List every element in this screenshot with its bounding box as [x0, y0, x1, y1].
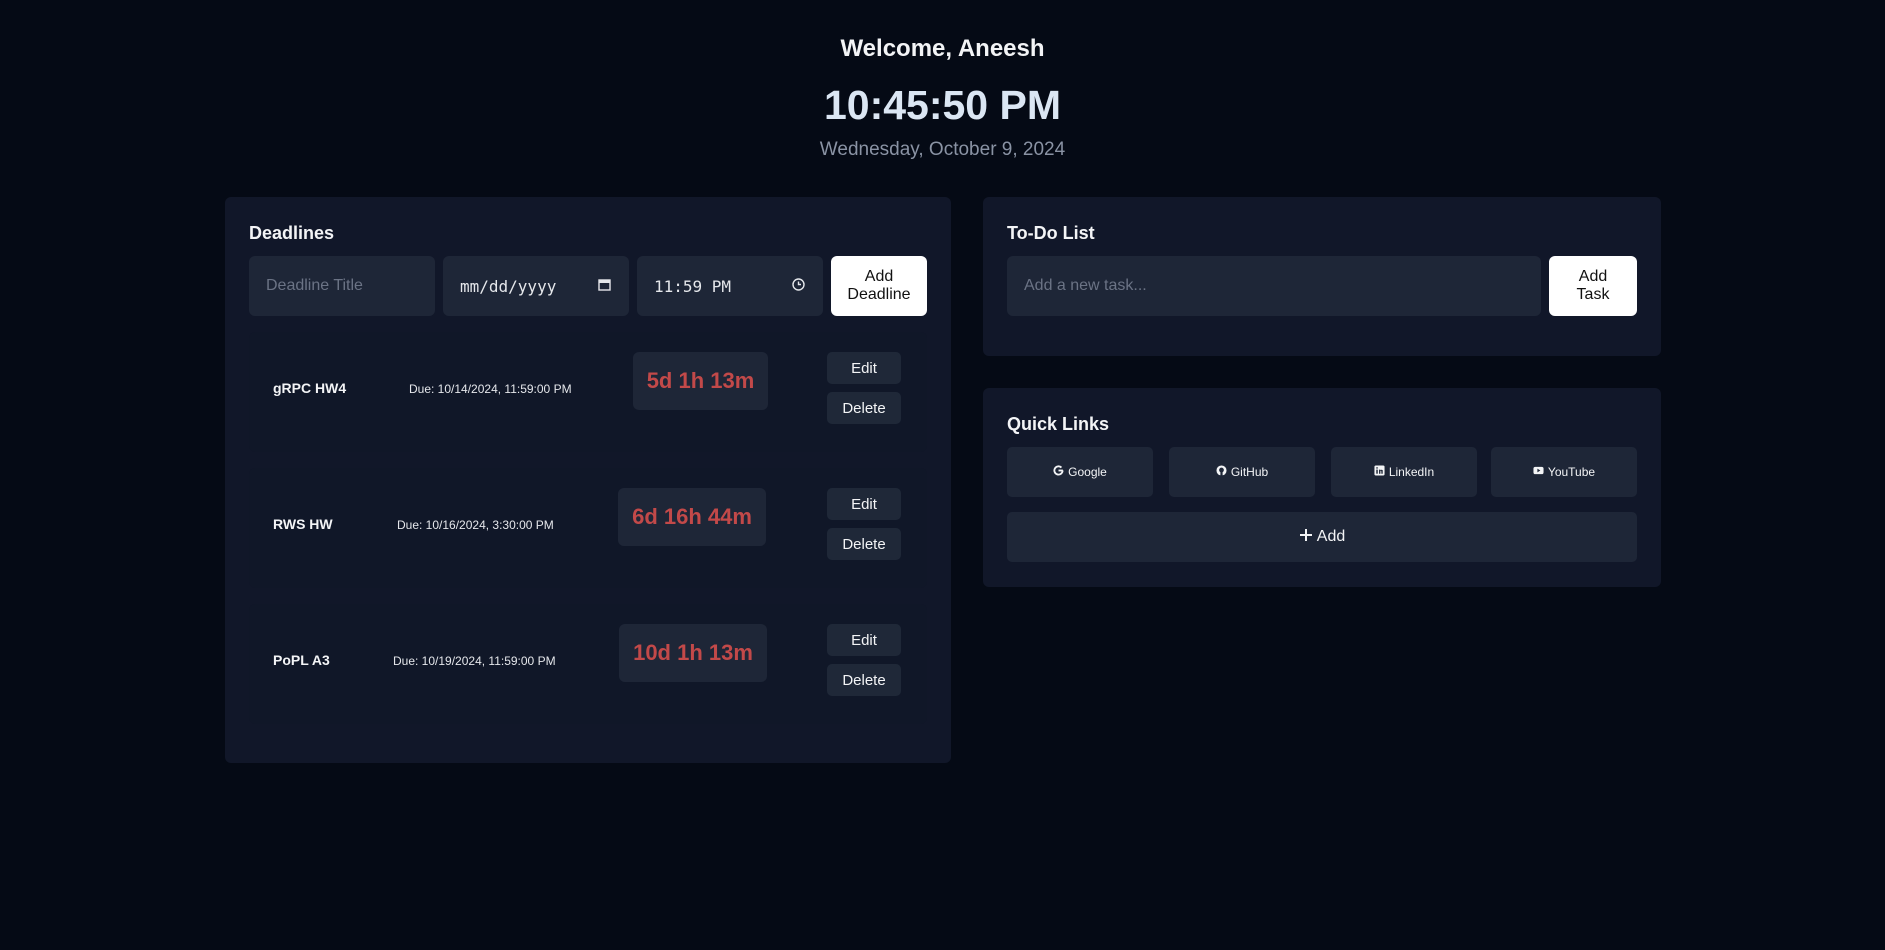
deadline-time-input[interactable]: 11:59 PM	[637, 256, 823, 316]
deadline-row: PoPL A3 Due: 10/19/2024, 11:59:00 PM 10d…	[249, 604, 927, 724]
todo-panel: To-Do List Add a new task... Add Task	[983, 197, 1661, 356]
youtube-icon	[1533, 465, 1544, 479]
quick-link-github[interactable]: GitHub	[1169, 447, 1315, 497]
edit-button[interactable]: Edit	[827, 352, 901, 384]
edit-button[interactable]: Edit	[827, 624, 901, 656]
quick-link-google[interactable]: Google	[1007, 447, 1153, 497]
deadline-row: RWS HW Due: 10/16/2024, 3:30:00 PM 6d 16…	[249, 468, 927, 588]
deadlines-panel: Deadlines Deadline Title mm/dd/yyyy 11:5…	[225, 197, 951, 763]
github-icon	[1216, 465, 1227, 479]
deadline-name: RWS HW	[273, 516, 333, 532]
calendar-icon[interactable]	[598, 278, 611, 294]
quick-link-label: Google	[1068, 465, 1107, 479]
add-quick-link-label: Add	[1316, 528, 1346, 545]
add-deadline-button[interactable]: Add Deadline	[831, 256, 927, 316]
add-deadline-label: Add Deadline	[847, 268, 911, 303]
delete-button[interactable]: Delete	[827, 528, 901, 560]
deadline-name: gRPC HW4	[273, 380, 347, 396]
current-date: Wednesday, October 9, 2024	[819, 139, 1066, 160]
clock: 10:45:50 PM	[823, 82, 1061, 128]
deadline-date-input[interactable]: mm/dd/yyyy	[443, 256, 629, 316]
deadline-time-value: 11:59 PM	[654, 276, 732, 296]
deadline-due: Due: 10/16/2024, 3:30:00 PM	[397, 518, 554, 532]
deadline-name: PoPL A3	[273, 652, 330, 668]
deadlines-title: Deadlines	[249, 223, 335, 243]
quick-link-youtube[interactable]: YouTube	[1491, 447, 1637, 497]
deadline-title-input[interactable]: Deadline Title	[249, 256, 435, 316]
deadline-due: Due: 10/19/2024, 11:59:00 PM	[393, 654, 556, 668]
plus-icon	[1299, 528, 1313, 547]
clock-icon[interactable]	[792, 278, 805, 294]
deadline-title-placeholder: Deadline Title	[266, 277, 363, 294]
deadline-countdown: 5d 1h 13m	[633, 352, 768, 410]
new-task-input[interactable]: Add a new task...	[1007, 256, 1541, 316]
google-icon	[1053, 465, 1064, 479]
deadline-row: gRPC HW4 Due: 10/14/2024, 11:59:00 PM 5d…	[249, 332, 927, 452]
quick-link-label: YouTube	[1547, 465, 1596, 479]
add-task-label: Add Task	[1576, 268, 1610, 303]
deadline-countdown: 6d 16h 44m	[618, 488, 766, 546]
quick-link-label: LinkedIn	[1388, 465, 1435, 479]
quick-link-label: GitHub	[1230, 465, 1269, 479]
todo-title: To-Do List	[1007, 223, 1095, 243]
quick-links-title: Quick Links	[1007, 414, 1110, 434]
add-quick-link-button[interactable]: Add	[1007, 512, 1637, 562]
welcome-heading: Welcome, Aneesh	[840, 35, 1045, 62]
edit-button[interactable]: Edit	[827, 488, 901, 520]
quick-links-panel: Quick Links Google GitHub LinkedIn YouTu…	[983, 388, 1661, 587]
deadline-due: Due: 10/14/2024, 11:59:00 PM	[409, 382, 572, 396]
add-task-button[interactable]: Add Task	[1549, 256, 1637, 316]
new-task-placeholder: Add a new task...	[1024, 277, 1147, 294]
deadline-countdown: 10d 1h 13m	[619, 624, 767, 682]
delete-button[interactable]: Delete	[827, 392, 901, 424]
quick-link-linkedin[interactable]: LinkedIn	[1331, 447, 1477, 497]
delete-button[interactable]: Delete	[827, 664, 901, 696]
deadline-date-value: mm/dd/yyyy	[460, 276, 557, 296]
linkedin-icon	[1374, 465, 1385, 479]
